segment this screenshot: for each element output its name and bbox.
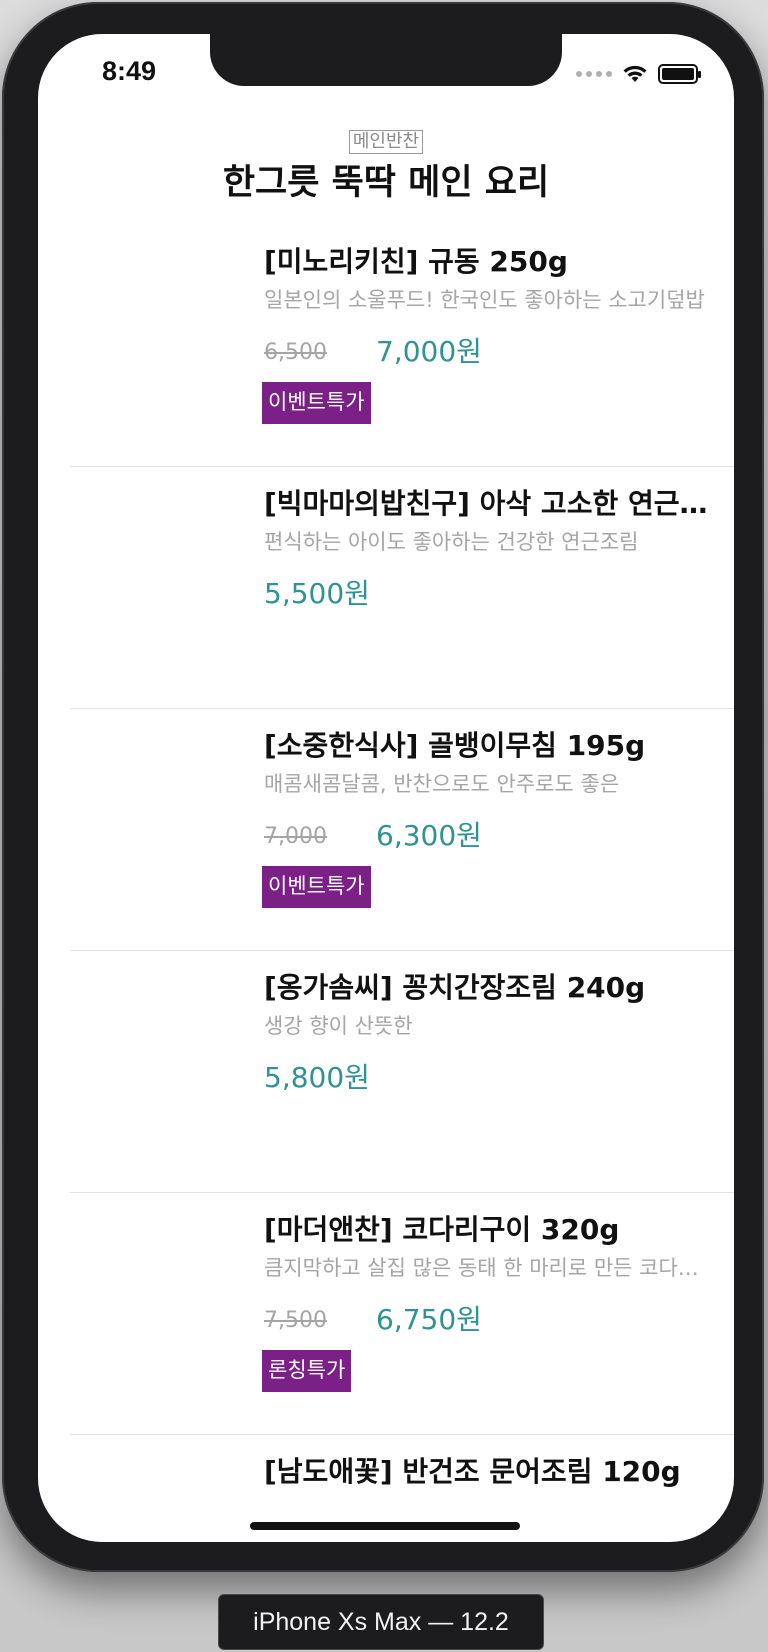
app-screen: 8:49 메인반찬 한그릇 뚝딱 메인 요리 [미노리키친] 규동 250g 일… [38,34,734,1542]
event-badge: 이벤트특가 [262,866,371,908]
product-row[interactable]: [옹가솜씨] 꽁치간장조림 240g 생강 향이 산뜻한 5,800원 [38,950,734,1192]
product-thumbnail[interactable] [70,726,250,906]
product-description: 편식하는 아이도 좋아하는 건강한 연근조림 [264,530,639,554]
simulator-device-label: iPhone Xs Max — 12.2 [218,1594,544,1650]
cellular-icon [576,71,612,77]
row-divider [70,950,734,951]
original-price: 6,500 [264,340,327,365]
price-line: 7,000 6,300원 [264,818,728,854]
product-description: 큼지막하고 살집 많은 동태 한 마리로 만든 코다… [264,1256,699,1280]
product-row[interactable]: [빅마마의밥친구] 아삭 고소한 연근고… 편식하는 아이도 좋아하는 건강한 … [38,466,734,708]
product-title: [남도애꽃] 반건조 문어조림 120g [264,1455,681,1488]
product-title: [빅마마의밥친구] 아삭 고소한 연근고… [264,487,728,520]
device-frame: 8:49 메인반찬 한그릇 뚝딱 메인 요리 [미노리키친] 규동 250g 일… [2,2,764,1572]
event-badge: 이벤트특가 [262,382,371,424]
wifi-icon [623,65,647,82]
product-info: [옹가솜씨] 꽁치간장조림 240g 생강 향이 산뜻한 5,800원 [264,970,728,1096]
product-thumbnail[interactable] [70,484,250,664]
product-title: [옹가솜씨] 꽁치간장조림 240g [264,971,646,1004]
row-divider [70,1434,734,1435]
row-divider [70,1192,734,1193]
price-line: 7,500 6,750원 [264,1302,728,1338]
product-info: [빅마마의밥친구] 아삭 고소한 연근고… 편식하는 아이도 좋아하는 건강한 … [264,486,728,612]
notch [210,34,562,86]
product-title: [소중한식사] 골뱅이무침 195g [264,729,646,762]
product-title: [마더앤찬] 코다리구이 320g [264,1213,620,1246]
product-thumbnail[interactable] [70,1452,250,1542]
battery-icon [658,64,701,84]
row-divider [70,708,734,709]
product-info: [마더앤찬] 코다리구이 320g 큼지막하고 살집 많은 동태 한 마리로 만… [262,1212,728,1392]
product-thumbnail[interactable] [70,242,250,422]
sale-price: 6,300원 [376,819,482,852]
product-info: [남도애꽃] 반건조 문어조림 120g [264,1454,728,1490]
section-badge: 메인반찬 [348,130,424,154]
sale-price: 5,800원 [264,1061,370,1094]
product-info: [소중한식사] 골뱅이무침 195g 매콤새콤달콤, 반찬으로도 안주로도 좋은… [262,728,728,908]
product-description: 생강 향이 산뜻한 [264,1014,413,1038]
sale-price: 6,750원 [376,1303,482,1336]
sale-price: 5,500원 [264,577,370,610]
product-description: 매콤새콤달콤, 반찬으로도 안주로도 좋은 [264,772,620,796]
row-divider [70,466,734,467]
section-header: 메인반찬 한그릇 뚝딱 메인 요리 [38,130,734,204]
product-thumbnail[interactable] [70,968,250,1148]
status-time: 8:49 [102,56,157,86]
price-line: 5,500원 [264,576,728,612]
original-price: 7,500 [264,1308,327,1333]
price-line: 5,800원 [264,1060,728,1096]
product-list[interactable]: [미노리키친] 규동 250g 일본인의 소울푸드! 한국인도 좋아하는 소고기… [38,224,734,1542]
price-line: 6,500 7,000원 [264,334,728,370]
product-row[interactable]: [마더앤찬] 코다리구이 320g 큼지막하고 살집 많은 동태 한 마리로 만… [38,1192,734,1434]
product-title: [미노리키친] 규동 250g [264,245,568,278]
product-info: [미노리키친] 규동 250g 일본인의 소울푸드! 한국인도 좋아하는 소고기… [262,244,728,424]
product-thumbnail[interactable] [70,1210,250,1390]
product-row[interactable]: [미노리키친] 규동 250g 일본인의 소울푸드! 한국인도 좋아하는 소고기… [38,224,734,466]
status-icons [576,62,701,86]
sale-price: 7,000원 [376,335,482,368]
section-title: 한그릇 뚝딱 메인 요리 [222,163,550,203]
product-description: 일본인의 소울푸드! 한국인도 좋아하는 소고기덮밥 [264,288,705,312]
home-indicator[interactable] [250,1522,520,1530]
original-price: 7,000 [264,824,327,849]
launch-badge: 론칭특가 [262,1350,352,1392]
product-row[interactable]: [소중한식사] 골뱅이무침 195g 매콤새콤달콤, 반찬으로도 안주로도 좋은… [38,708,734,950]
